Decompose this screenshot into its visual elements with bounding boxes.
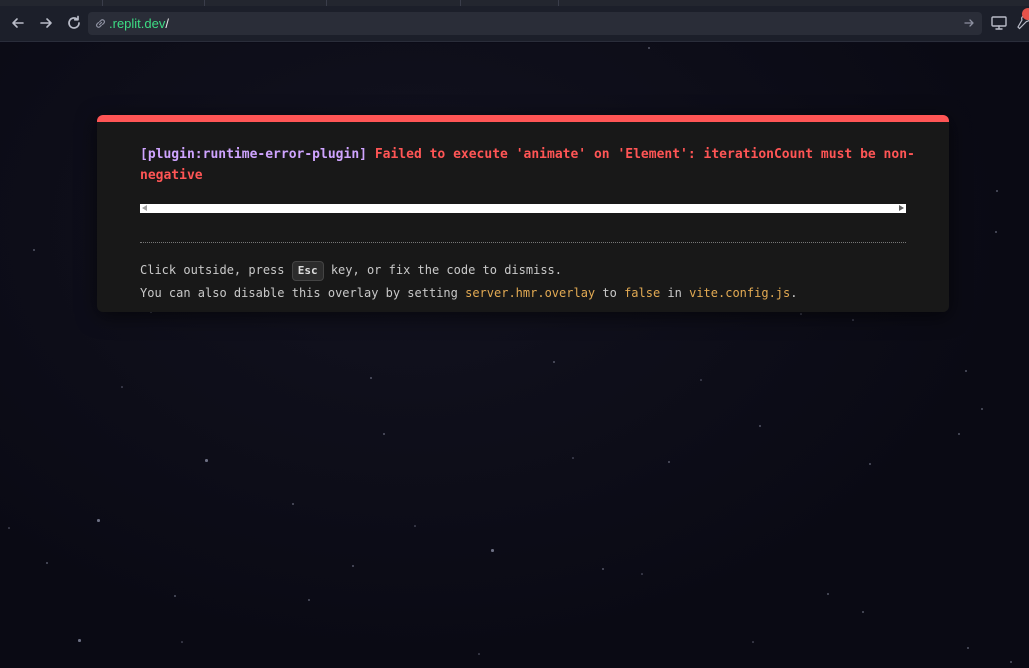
tip-line-2: You can also disable this overlay by set… — [140, 282, 920, 305]
address-bar[interactable]: .replit.dev / — [88, 12, 982, 35]
star — [996, 190, 998, 192]
notification-badge — [1022, 8, 1029, 20]
star — [958, 433, 960, 435]
app-viewport: [plugin:runtime-error-plugin] Failed to … — [0, 43, 1029, 668]
config-file: vite.config.js — [689, 286, 791, 300]
back-button[interactable] — [7, 12, 29, 34]
star — [800, 313, 802, 315]
star — [78, 639, 81, 642]
url-path: / — [165, 16, 169, 31]
star — [995, 231, 997, 233]
go-button[interactable] — [962, 16, 976, 30]
star — [46, 562, 48, 564]
url-host: .replit.dev — [109, 16, 166, 31]
error-message: [plugin:runtime-error-plugin] Failed to … — [140, 144, 920, 186]
horizontal-scrollbar[interactable] — [140, 204, 906, 213]
star — [981, 408, 983, 410]
star — [352, 565, 354, 567]
reload-button[interactable] — [63, 12, 85, 34]
forward-icon — [40, 18, 52, 28]
star — [370, 377, 372, 379]
tip-text: You can also disable this overlay by set… — [140, 286, 466, 300]
tab-divider — [102, 0, 103, 6]
error-overlay: [plugin:runtime-error-plugin] Failed to … — [97, 115, 949, 312]
reload-icon — [68, 15, 80, 29]
star — [308, 599, 310, 601]
config-value: false — [624, 286, 661, 300]
tip-text: key, or fix the code to dismiss. — [323, 263, 563, 277]
tip-text: to — [595, 286, 625, 300]
star — [759, 425, 761, 427]
star — [1010, 661, 1012, 663]
star — [8, 527, 10, 529]
star — [97, 519, 100, 522]
star — [668, 461, 670, 463]
star — [491, 549, 494, 552]
device-icon — [991, 16, 1007, 30]
tip-text: in — [660, 286, 690, 300]
plugin-name: [plugin:runtime-error-plugin] — [140, 147, 367, 162]
link-icon — [96, 19, 105, 28]
star — [965, 370, 967, 372]
star — [752, 641, 754, 643]
star — [205, 459, 208, 462]
star — [33, 249, 35, 251]
star — [414, 525, 416, 527]
star — [862, 611, 864, 613]
star — [572, 457, 574, 459]
star — [121, 386, 123, 388]
star — [553, 361, 555, 363]
back-icon — [12, 18, 24, 28]
config-key: server.hmr.overlay — [465, 286, 596, 300]
star — [852, 319, 854, 321]
star — [700, 379, 702, 381]
tab-divider — [326, 0, 327, 6]
go-icon — [964, 19, 974, 27]
tip-text: . — [790, 286, 798, 300]
star — [869, 463, 871, 465]
tab-divider — [460, 0, 461, 6]
tab-divider — [558, 0, 559, 6]
divider — [140, 242, 906, 243]
tab-divider — [204, 0, 205, 6]
esc-key: Esc — [291, 261, 324, 281]
star — [181, 641, 183, 643]
star — [174, 595, 176, 597]
star — [292, 503, 294, 505]
device-preview-button[interactable] — [990, 14, 1008, 32]
star — [478, 653, 480, 655]
forward-button[interactable] — [35, 12, 57, 34]
tip-line-1: Click outside, press Esc key, or fix the… — [140, 259, 920, 282]
star — [602, 568, 604, 570]
scroll-right-icon[interactable] — [899, 205, 904, 211]
tip-text: Click outside, press — [140, 263, 292, 277]
dismiss-tip: Click outside, press Esc key, or fix the… — [140, 259, 920, 305]
star — [967, 647, 969, 649]
star — [641, 573, 643, 575]
star — [648, 47, 650, 49]
scroll-left-icon[interactable] — [142, 205, 147, 211]
browser-toolbar: .replit.dev / — [0, 0, 1029, 42]
star — [383, 433, 385, 435]
tab-strip — [0, 0, 1029, 6]
star — [827, 593, 829, 595]
